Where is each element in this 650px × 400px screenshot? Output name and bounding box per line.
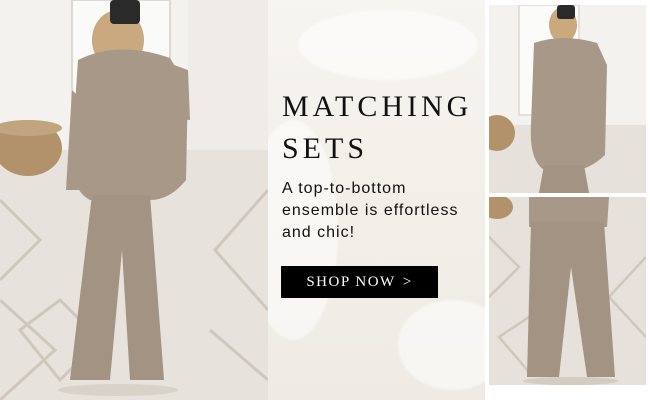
headline-line-2: SETS <box>282 132 369 165</box>
thumb-top-scene <box>489 5 646 193</box>
shop-now-label: SHOP NOW <box>306 273 396 290</box>
thumb-bottom-scene <box>489 197 646 385</box>
promo-headline: MATCHING SETS <box>282 86 485 170</box>
promo-subtext: A top-to-bottom ensemble is effortless a… <box>282 180 459 241</box>
chevron-right-icon: > <box>402 273 413 290</box>
shop-now-button[interactable]: SHOP NOW > <box>281 266 438 298</box>
fabric-fold <box>298 10 478 80</box>
thumbnail-photo-top[interactable] <box>489 5 646 193</box>
fabric-fold <box>398 300 485 390</box>
main-product-photo[interactable] <box>0 0 268 400</box>
headline-line-1: MATCHING <box>282 90 473 123</box>
promo-panel: MATCHING SETS A top-to-bottom ensemble i… <box>268 0 485 400</box>
main-photo-scene <box>0 0 268 400</box>
thumbnail-photo-bottom[interactable] <box>489 197 646 385</box>
